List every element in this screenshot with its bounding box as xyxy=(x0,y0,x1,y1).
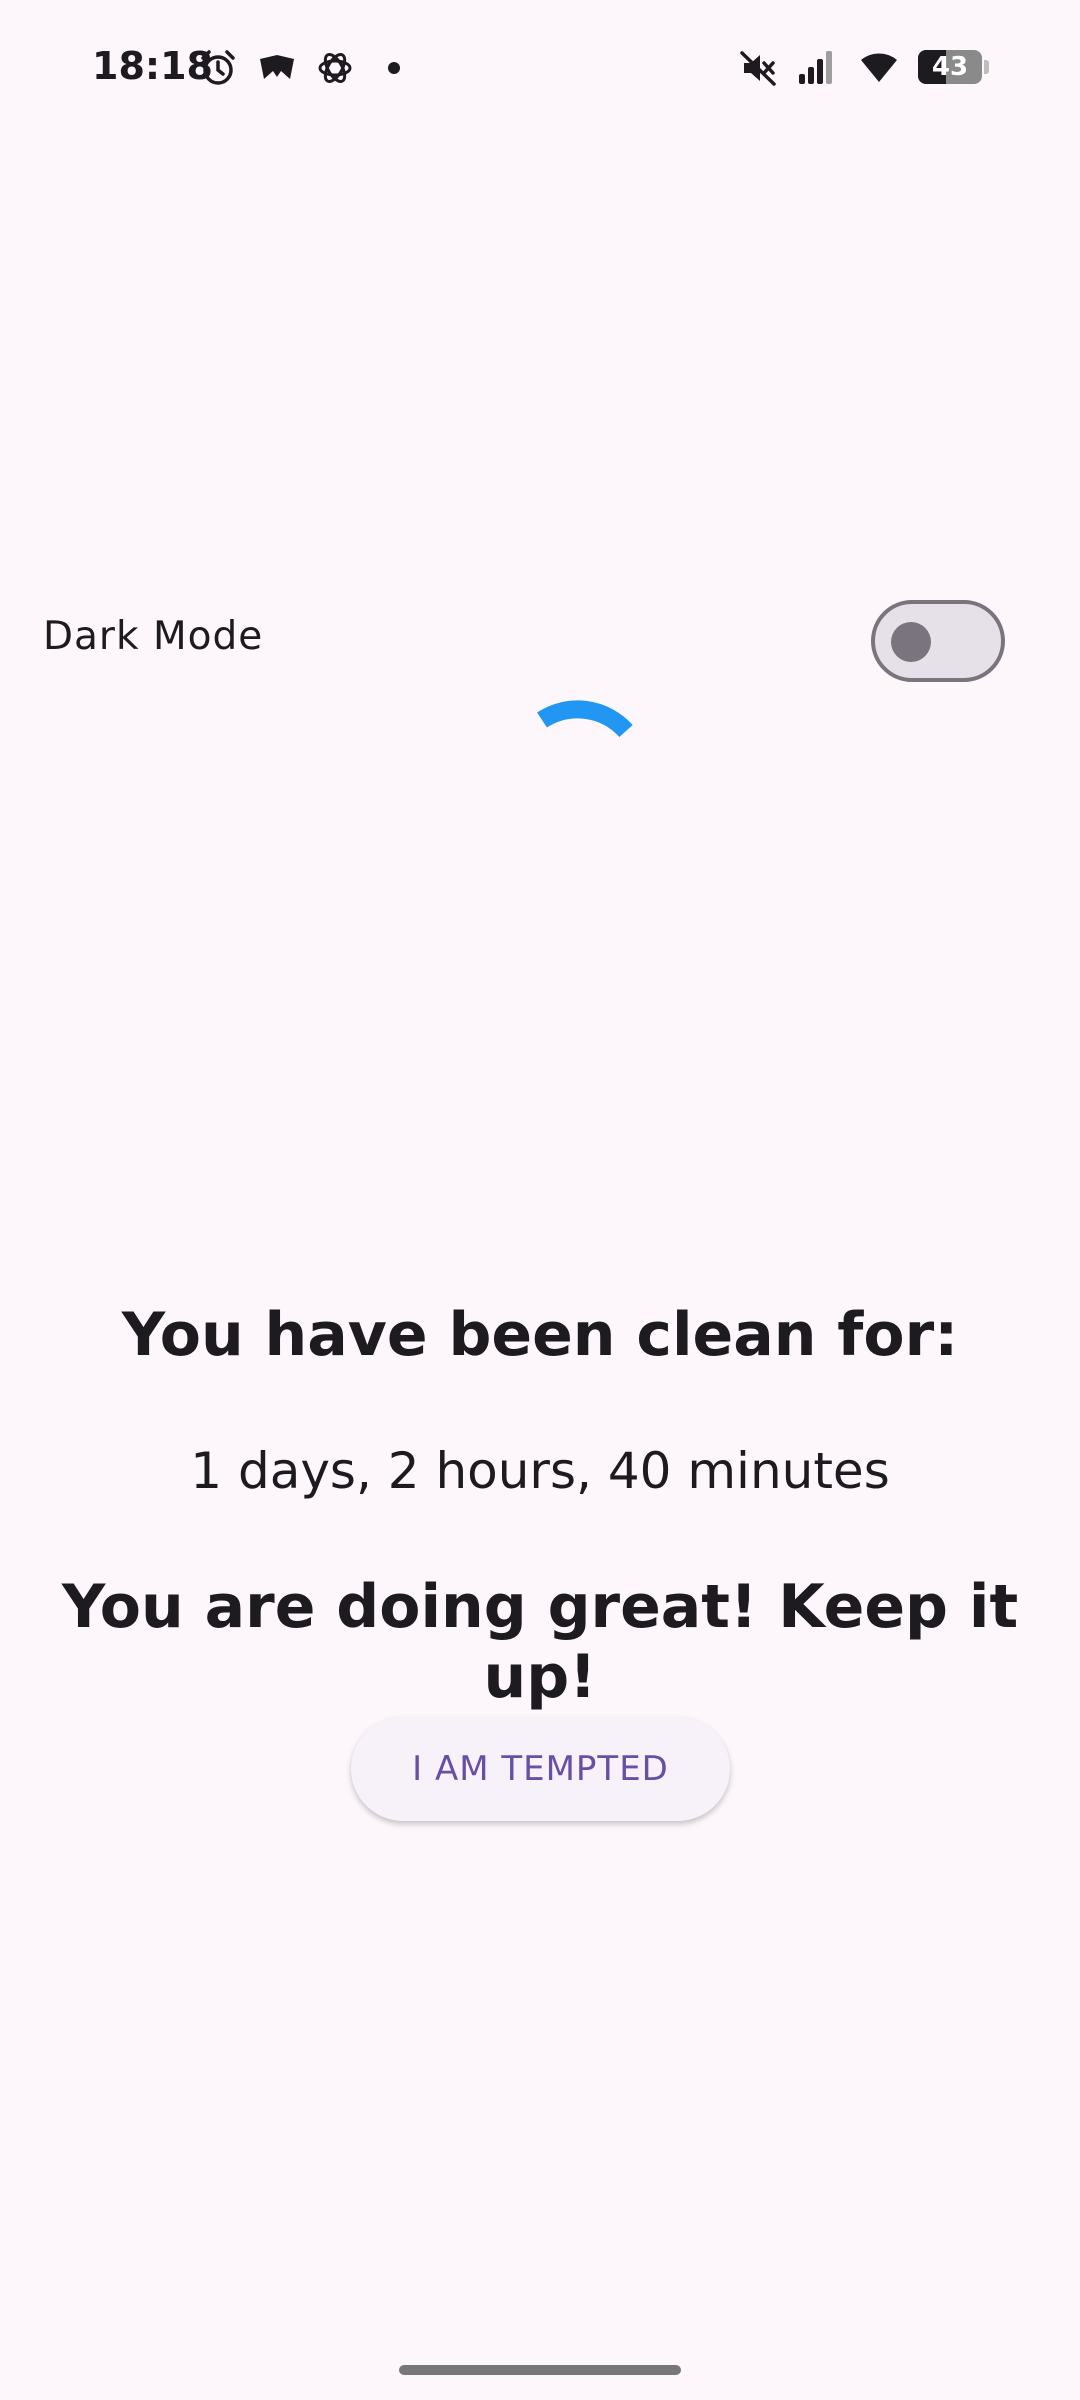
i-am-tempted-button[interactable]: I AM TEMPTED xyxy=(351,1717,730,1821)
encouragement-text: You are doing great! Keep it up! xyxy=(61,1572,1019,1712)
notification-app-icon xyxy=(260,55,294,79)
home-indicator[interactable] xyxy=(399,2365,681,2375)
battery-cap xyxy=(984,60,989,74)
signal-icon xyxy=(799,51,832,84)
mute-icon xyxy=(740,51,776,86)
loading-spinner xyxy=(537,700,633,738)
clean-title: You have been clean for: xyxy=(121,1300,959,1370)
dark-mode-label: Dark Mode xyxy=(43,614,264,659)
dark-mode-toggle-knob xyxy=(891,622,931,662)
battery-body: 43 xyxy=(918,50,982,84)
dark-mode-toggle[interactable] xyxy=(871,600,1005,682)
alarm-icon xyxy=(201,50,235,85)
status-bar: 18:18 43 xyxy=(0,0,1080,134)
openai-icon xyxy=(318,53,352,83)
more-notifications-dot xyxy=(388,62,400,74)
status-time: 18:18 xyxy=(92,44,213,88)
wifi-icon xyxy=(861,53,897,82)
battery-icon: 43 xyxy=(918,50,989,84)
clean-duration: 1 days, 2 hours, 40 minutes xyxy=(190,1442,890,1500)
battery-level: 43 xyxy=(931,52,969,82)
